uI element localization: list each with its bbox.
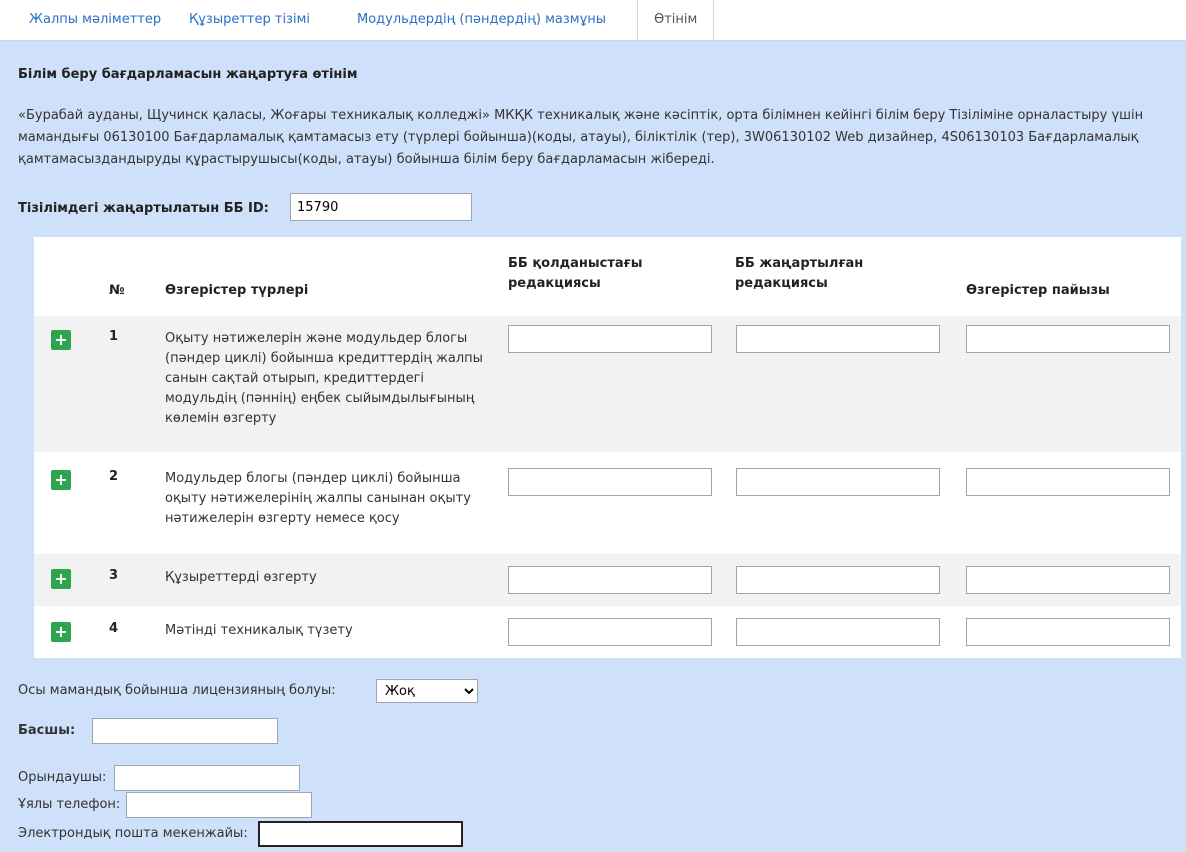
executor-row: Орындаушы: — [18, 765, 300, 791]
tab-general-info[interactable]: Жалпы мәліметтер — [29, 0, 161, 40]
head-input[interactable] — [92, 718, 278, 744]
table-row: + 4 Мәтінді техникалық түзету — [34, 606, 1181, 658]
phone-label: Ұялы телефон: — [18, 797, 121, 812]
column-header-number: № — [109, 283, 125, 298]
tab-competencies[interactable]: Құзыреттер тізімі — [189, 0, 310, 40]
current-edition-input[interactable] — [508, 618, 712, 646]
plus-icon[interactable]: + — [51, 569, 71, 589]
table-row: + 2 Модульдер блогы (пәндер циклі) бойын… — [34, 452, 1181, 554]
registry-id-row: Тізілімдегі жаңартылатын ББ ID: — [18, 193, 472, 222]
tab-application[interactable]: Өтінім — [637, 0, 715, 40]
license-row: Осы мамандық бойынша лицензияның болуы: … — [18, 679, 478, 703]
row-number: 3 — [109, 568, 119, 583]
changes-table: № Өзгерістер түрлері ББ қолданыстағы ред… — [34, 237, 1181, 658]
email-label: Электрондық пошта мекенжайы: — [18, 826, 248, 841]
current-edition-input[interactable] — [508, 566, 712, 594]
executor-label: Орындаушы: — [18, 770, 107, 785]
email-input[interactable] — [258, 821, 463, 847]
head-row: Басшы: — [18, 718, 278, 744]
column-header-type: Өзгерістер түрлері — [165, 283, 309, 298]
column-header-updated: ББ жаңартылған редакциясы — [735, 256, 864, 291]
column-header-current: ББ қолданыстағы редакциясы — [508, 256, 643, 291]
tabs-divider — [0, 40, 1186, 41]
row-number: 4 — [109, 621, 119, 636]
row-change-type: Мәтінді техникалық түзету — [165, 623, 353, 638]
email-row: Электрондық пошта мекенжайы: — [18, 821, 463, 847]
updated-edition-input[interactable] — [736, 468, 940, 496]
plus-icon[interactable]: + — [51, 330, 71, 350]
head-label: Басшы: — [18, 723, 76, 738]
column-header-percent: Өзгерістер пайызы — [966, 283, 1110, 298]
current-edition-input[interactable] — [508, 468, 712, 496]
section-description: «Бурабай ауданы, Щучинск қаласы, Жоғары … — [18, 108, 1144, 167]
license-label: Осы мамандық бойынша лицензияның болуы: — [18, 683, 336, 698]
phone-input[interactable] — [126, 792, 312, 818]
executor-input[interactable] — [114, 765, 300, 791]
section-title: Білім беру бағдарламасын жаңартуға өтіні… — [18, 67, 358, 82]
updated-edition-input[interactable] — [736, 566, 940, 594]
tab-bar: Жалпы мәліметтер Құзыреттер тізімі Модул… — [0, 0, 1186, 40]
updated-edition-input[interactable] — [736, 325, 940, 353]
phone-row: Ұялы телефон: — [18, 792, 312, 818]
registry-id-input[interactable] — [290, 193, 472, 221]
row-change-type: Модульдер блогы (пәндер циклі) бойынша о… — [165, 471, 471, 526]
plus-icon[interactable]: + — [51, 622, 71, 642]
change-percent-input[interactable] — [966, 566, 1170, 594]
registry-id-label: Тізілімдегі жаңартылатын ББ ID: — [18, 201, 269, 216]
row-number: 2 — [109, 469, 119, 484]
change-percent-input[interactable] — [966, 618, 1170, 646]
updated-edition-input[interactable] — [736, 618, 940, 646]
table-row: + 3 Құзыреттерді өзгерту — [34, 554, 1181, 606]
row-change-type: Құзыреттерді өзгерту — [165, 570, 317, 585]
table-row: + 1 Оқыту нәтижелерін және модульдер бло… — [34, 316, 1181, 452]
license-select[interactable]: Жоқ — [376, 679, 478, 703]
row-change-type: Оқыту нәтижелерін және модульдер блогы (… — [165, 331, 483, 426]
change-percent-input[interactable] — [966, 325, 1170, 353]
plus-icon[interactable]: + — [51, 470, 71, 490]
row-number: 1 — [109, 329, 119, 344]
change-percent-input[interactable] — [966, 468, 1170, 496]
current-edition-input[interactable] — [508, 325, 712, 353]
tab-module-content[interactable]: Модульдердің (пәндердің) мазмұны — [357, 0, 606, 40]
